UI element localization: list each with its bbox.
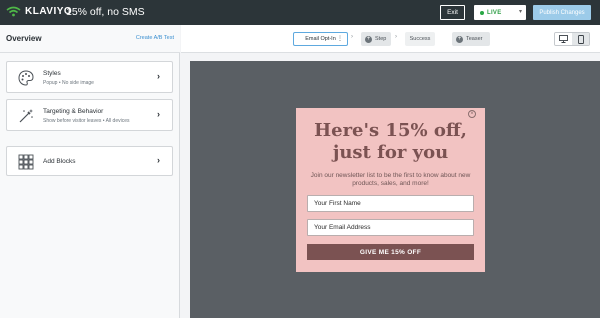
- chevron-right-icon: ›: [157, 109, 160, 119]
- live-status-dot-icon: [480, 10, 484, 15]
- card-title: Styles: [43, 70, 61, 77]
- popup-headline[interactable]: Here's 15% off, just for you: [296, 120, 485, 164]
- step-label: Step: [375, 36, 387, 42]
- popup-subtext[interactable]: Join our newsletter list to be the first…: [304, 172, 477, 188]
- email-field[interactable]: Your Email Address: [307, 219, 474, 236]
- more-options-icon[interactable]: ⋮: [337, 35, 343, 42]
- popup-form[interactable]: × Here's 15% off, just for you Join our …: [296, 108, 485, 272]
- card-subtitle: Show before visitor leaves • All devices: [43, 118, 130, 124]
- overview-title: Overview: [6, 34, 42, 43]
- step-toolbar: Email Opt-In ⋮ › + Step › Success + Teas…: [181, 25, 600, 53]
- wifi-logo-icon: [6, 6, 21, 17]
- form-title[interactable]: 15% off, no SMS: [66, 6, 145, 18]
- chevron-down-icon: ▾: [518, 9, 522, 15]
- card-title: Targeting & Behavior: [43, 108, 104, 115]
- status-select[interactable]: LIVE ▾: [474, 5, 526, 20]
- step-success[interactable]: Success: [405, 32, 435, 46]
- submit-button[interactable]: GIVE ME 15% OFF: [307, 244, 474, 260]
- plus-icon: +: [365, 35, 372, 43]
- magic-wand-icon: [19, 109, 33, 123]
- headline-line: just for you: [332, 142, 449, 163]
- targeting-behavior-card[interactable]: Targeting & Behavior Show before visitor…: [6, 99, 173, 131]
- step-email-opt-in[interactable]: Email Opt-In ⋮: [293, 32, 348, 46]
- chevron-right-icon: ›: [157, 155, 160, 165]
- desktop-view-button[interactable]: [555, 33, 572, 45]
- step-label: Email Opt-In: [305, 36, 336, 42]
- status-label: LIVE: [487, 9, 502, 16]
- chevron-right-icon: ›: [395, 34, 397, 40]
- headline-line: Here's 15% off,: [314, 120, 467, 141]
- plus-icon: +: [456, 35, 463, 43]
- add-step-button[interactable]: + Step: [361, 32, 391, 46]
- palette-icon: [18, 70, 34, 86]
- styles-card[interactable]: Styles Popup • No side image ›: [6, 61, 173, 93]
- card-subtitle: Popup • No side image: [43, 80, 94, 86]
- overview-header: Overview Create A/B Test: [0, 25, 180, 53]
- publish-changes-button[interactable]: Publish Changes: [533, 5, 591, 20]
- step-label: Teaser: [466, 36, 483, 42]
- create-ab-test-link[interactable]: Create A/B Test: [136, 35, 174, 41]
- left-panel: Overview Create A/B Test Styles Popup • …: [0, 25, 180, 318]
- first-name-field[interactable]: Your First Name: [307, 195, 474, 212]
- mobile-view-button[interactable]: [572, 33, 589, 45]
- desktop-icon: [559, 35, 568, 43]
- add-teaser-button[interactable]: + Teaser: [452, 32, 490, 46]
- step-label: Success: [409, 36, 431, 42]
- card-title: Add Blocks: [43, 158, 76, 165]
- add-blocks-card[interactable]: Add Blocks ›: [6, 146, 173, 176]
- mobile-icon: [577, 34, 584, 44]
- device-toggle[interactable]: [554, 32, 590, 46]
- blocks-grid-icon: [18, 154, 34, 170]
- chevron-right-icon: ›: [157, 71, 160, 81]
- top-bar: KLAVIYO 15% off, no SMS Exit LIVE ▾ Publ…: [0, 0, 600, 25]
- close-icon[interactable]: ×: [468, 110, 476, 118]
- exit-button[interactable]: Exit: [440, 5, 465, 20]
- klaviyo-logo[interactable]: KLAVIYO: [6, 6, 72, 17]
- chevron-right-icon: ›: [351, 34, 353, 40]
